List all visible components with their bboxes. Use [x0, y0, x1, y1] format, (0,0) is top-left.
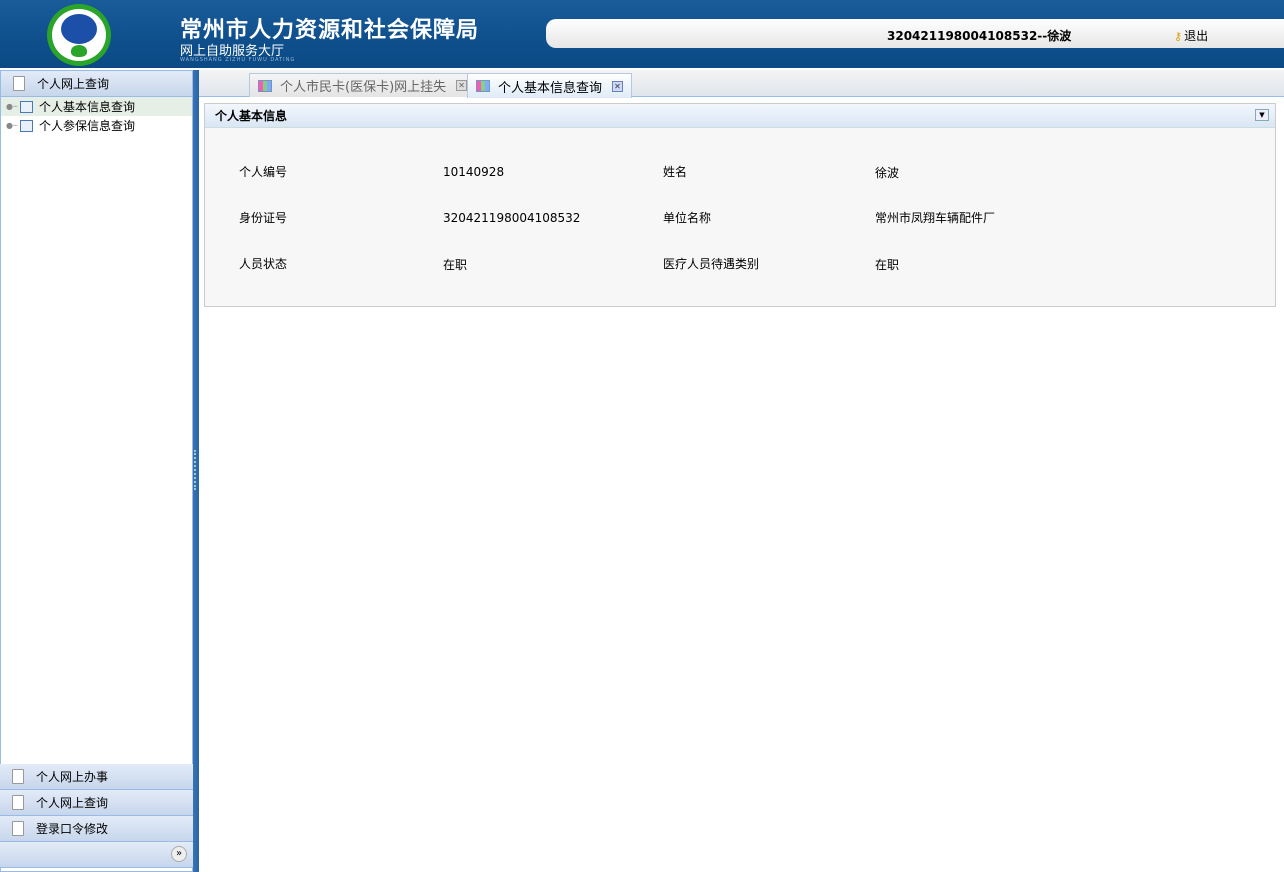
site-pinyin: WANGSHANG ZIZHU FUWU DATING — [180, 57, 296, 63]
sidebar-footer: » — [0, 842, 193, 868]
sidebar-section-query-top[interactable]: 个人网上查询 — [1, 71, 192, 97]
panel-title: 个人基本信息 ▼ — [205, 104, 1275, 128]
field-label: 医疗人员待遇类别 — [663, 257, 760, 271]
page-icon — [12, 769, 24, 784]
expand-icon[interactable]: » — [171, 846, 187, 862]
field-value: 在职 — [443, 258, 468, 272]
tab-basic-info[interactable]: 个人基本信息查询 ✕ — [467, 73, 633, 98]
tree-item-label: 个人基本信息查询 — [39, 100, 136, 114]
tree-connector-icon: ●┄ — [6, 121, 18, 130]
sidebar-section-online-business[interactable]: 个人网上办事 — [0, 764, 193, 790]
collapse-icon[interactable]: ▼ — [1255, 109, 1269, 121]
logout-button[interactable]: ⚷ 退出 — [1174, 27, 1208, 44]
tree-connector-icon: ●┄ — [6, 102, 18, 111]
panel-title-text: 个人基本信息 — [215, 109, 288, 123]
sidebar-bottom-sections: 个人网上办事 个人网上查询 登录口令修改 » — [0, 764, 193, 868]
tab-bar: 个人市民卡(医保卡)网上挂失 ✕ 个人基本信息查询 ✕ — [199, 70, 1284, 98]
logo — [47, 4, 111, 66]
close-icon[interactable]: ✕ — [456, 80, 468, 91]
field-value: 320421198004108532 — [443, 211, 581, 225]
section-label: 登录口令修改 — [36, 822, 109, 836]
section-label: 个人网上查询 — [37, 77, 110, 91]
field-value: 在职 — [875, 258, 900, 272]
field-label: 单位名称 — [663, 211, 712, 225]
sidebar-section-online-query[interactable]: 个人网上查询 — [0, 790, 193, 816]
tree-item-label: 个人参保信息查询 — [39, 119, 136, 133]
sidebar-section-password[interactable]: 登录口令修改 — [0, 816, 193, 842]
user-info: 320421198004108532--徐波 — [887, 29, 1072, 43]
field-label: 身份证号 — [239, 211, 288, 225]
user-bar: 320421198004108532--徐波 ⚷ 退出 — [546, 19, 1284, 48]
page-icon — [12, 821, 24, 836]
tree-item-basic-info[interactable]: ●┄ 个人基本信息查询 — [1, 97, 192, 116]
field-value: 10140928 — [443, 165, 505, 179]
field-label: 个人编号 — [239, 165, 288, 179]
tab-card-loss-report[interactable]: 个人市民卡(医保卡)网上挂失 ✕ — [249, 73, 477, 97]
list-icon — [20, 119, 33, 132]
page-icon — [12, 795, 24, 810]
sidebar: 个人网上查询 ●┄ 个人基本信息查询 ●┄ 个人参保信息查询 — [0, 70, 194, 872]
logout-label: 退出 — [1184, 29, 1209, 43]
field-value: 常州市凤翔车辆配件厂 — [875, 211, 996, 225]
tab-label: 个人市民卡(医保卡)网上挂失 — [280, 80, 447, 95]
list-icon — [20, 100, 33, 113]
field-label: 姓名 — [663, 165, 688, 179]
header: 常州市人力资源和社会保障局 网上自助服务大厅 WANGSHANG ZIZHU F… — [0, 0, 1284, 68]
basic-info-panel: 个人基本信息 ▼ 个人编号 10140928 姓名 徐波 身份证号 3204211… — [204, 103, 1276, 307]
section-label: 个人网上查询 — [36, 796, 109, 810]
field-value: 徐波 — [875, 166, 900, 180]
close-icon[interactable]: ✕ — [612, 80, 624, 92]
grid-icon — [258, 79, 272, 92]
field-label: 人员状态 — [239, 257, 288, 271]
page-icon — [13, 76, 25, 91]
sidebar-resize-handle[interactable] — [193, 70, 199, 872]
tab-label: 个人基本信息查询 — [498, 80, 603, 96]
tree-item-insurance-info[interactable]: ●┄ 个人参保信息查询 — [1, 116, 192, 135]
section-label: 个人网上办事 — [36, 770, 109, 784]
key-icon: ⚷ — [1174, 30, 1183, 43]
grid-icon — [476, 80, 490, 92]
